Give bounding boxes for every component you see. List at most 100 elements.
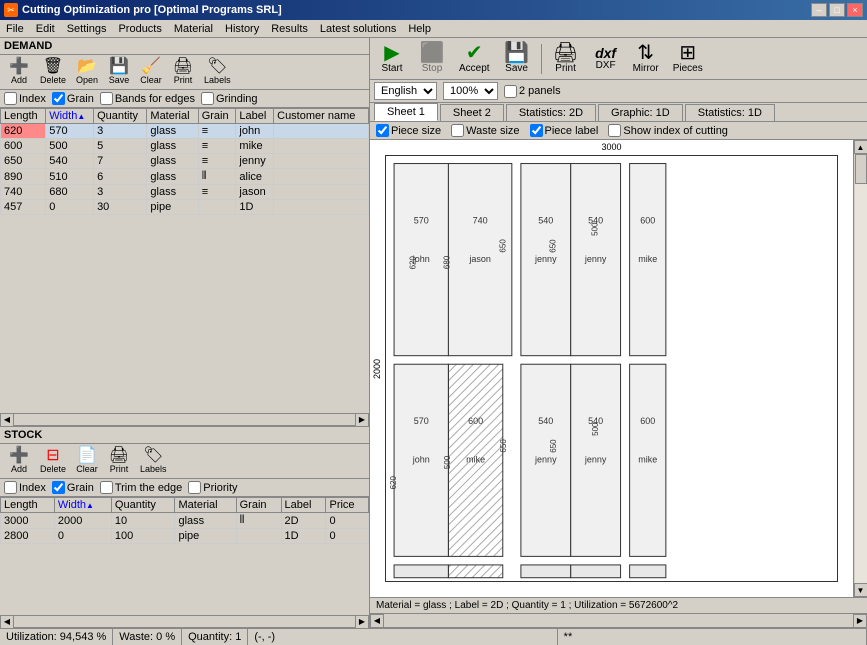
print-button[interactable]: 🖨 Print xyxy=(548,40,584,77)
demand-grinding-option[interactable]: Grinding xyxy=(201,92,258,105)
scroll-thumb[interactable] xyxy=(855,154,867,184)
col-label[interactable]: Label xyxy=(236,109,274,124)
scroll-left-btn[interactable]: ◀ xyxy=(0,413,14,427)
demand-index-option[interactable]: Index xyxy=(4,92,46,105)
col-width[interactable]: Width xyxy=(54,498,111,513)
demand-grain-option[interactable]: Grain xyxy=(52,92,94,105)
pieces-button[interactable]: ⊞ Pieces xyxy=(668,40,708,77)
menu-edit[interactable]: Edit xyxy=(30,20,61,38)
dxf-button[interactable]: dxf DXF xyxy=(588,43,624,74)
piece-label-checkbox[interactable] xyxy=(530,124,543,137)
scroll-up-button[interactable]: ▲ xyxy=(854,140,867,154)
demand-delete-button[interactable]: 🗑 Delete xyxy=(36,57,70,87)
stock-trim-checkbox[interactable] xyxy=(100,481,113,494)
tab-sheet1[interactable]: Sheet 1 xyxy=(374,103,438,121)
stock-trim-option[interactable]: Trim the edge xyxy=(100,481,182,494)
start-button[interactable]: ▶ Start xyxy=(374,40,410,77)
demand-bands-option[interactable]: Bands for edges xyxy=(100,92,195,105)
table-row[interactable]: 620 570 3 glass ≡ john xyxy=(1,124,369,139)
stock-delete-button[interactable]: ⊟ Delete xyxy=(36,446,70,476)
save-button[interactable]: 💾 Save xyxy=(499,40,535,77)
scroll-down-button[interactable]: ▼ xyxy=(854,583,867,597)
stock-add-button[interactable]: ➕ Add xyxy=(4,446,34,476)
col-grain[interactable]: Grain xyxy=(236,498,281,513)
demand-grain-checkbox[interactable] xyxy=(52,92,65,105)
stock-scrollbar-h[interactable]: ◀ ▶ xyxy=(0,615,369,627)
demand-add-button[interactable]: ➕ Add xyxy=(4,57,34,87)
table-row[interactable]: 890 510 6 glass ⦀ alice xyxy=(1,169,369,185)
stock-index-checkbox[interactable] xyxy=(4,481,17,494)
col-material[interactable]: Material xyxy=(175,498,236,513)
col-price[interactable]: Price xyxy=(326,498,369,513)
maximize-button[interactable]: □ xyxy=(829,3,845,17)
language-select[interactable]: English xyxy=(374,82,437,100)
table-row[interactable]: 3000 2000 10 glass ⦀ 2D 0 xyxy=(1,513,369,529)
col-width[interactable]: Width xyxy=(46,109,94,124)
tab-graphic-1d[interactable]: Graphic: 1D xyxy=(598,104,683,121)
piece-label-option[interactable]: Piece label xyxy=(530,124,599,137)
piece-size-option[interactable]: Piece size xyxy=(376,124,441,137)
show-index-option[interactable]: Show index of cutting xyxy=(608,124,728,137)
canvas-area[interactable]: 3000 2000 570 john 620 xyxy=(370,140,853,597)
stock-clear-button[interactable]: 📄 Clear xyxy=(72,446,102,476)
close-button[interactable]: × xyxy=(847,3,863,17)
col-label[interactable]: Label xyxy=(281,498,326,513)
col-length[interactable]: Length xyxy=(1,498,55,513)
stop-button[interactable]: ⬛ Stop xyxy=(414,40,450,77)
demand-labels-button[interactable]: 🏷 Labels xyxy=(200,57,235,87)
stock-table[interactable]: Length Width Quantity Material Grain Lab… xyxy=(0,497,369,615)
menu-latest-solutions[interactable]: Latest solutions xyxy=(314,20,402,38)
col-grain[interactable]: Grain xyxy=(198,109,236,124)
stock-priority-option[interactable]: Priority xyxy=(188,481,237,494)
demand-bands-checkbox[interactable] xyxy=(100,92,113,105)
menu-material[interactable]: Material xyxy=(168,20,219,38)
col-customer[interactable]: Customer name xyxy=(274,109,369,124)
scroll-right-btn[interactable]: ▶ xyxy=(355,413,369,427)
stock-index-option[interactable]: Index xyxy=(4,481,46,494)
stock-print-button[interactable]: 🖨 Print xyxy=(104,446,134,476)
table-row[interactable]: 457 0 30 pipe 1D xyxy=(1,200,369,215)
col-material[interactable]: Material xyxy=(147,109,198,124)
demand-clear-button[interactable]: 🧹 Clear xyxy=(136,57,166,87)
waste-size-checkbox[interactable] xyxy=(451,124,464,137)
waste-size-option[interactable]: Waste size xyxy=(451,124,519,137)
minimize-button[interactable]: – xyxy=(811,3,827,17)
col-length[interactable]: Length xyxy=(1,109,46,124)
stock-grain-option[interactable]: Grain xyxy=(52,481,94,494)
tab-statistics-2d[interactable]: Statistics: 2D xyxy=(506,104,596,121)
demand-table[interactable]: Length Width Quantity Material Grain Lab… xyxy=(0,108,369,413)
menu-results[interactable]: Results xyxy=(265,20,314,38)
table-row[interactable]: 2800 0 100 pipe 1D 0 xyxy=(1,529,369,544)
panels-checkbox[interactable] xyxy=(504,85,517,98)
vertical-scrollbar[interactable]: ▲ ▼ xyxy=(853,140,867,597)
col-quantity[interactable]: Quantity xyxy=(94,109,147,124)
col-quantity[interactable]: Quantity xyxy=(111,498,175,513)
demand-print-button[interactable]: 🖨 Print xyxy=(168,57,198,87)
piece-size-checkbox[interactable] xyxy=(376,124,389,137)
scroll-right-btn[interactable]: ▶ xyxy=(355,615,369,629)
tab-sheet2[interactable]: Sheet 2 xyxy=(440,104,504,121)
menu-settings[interactable]: Settings xyxy=(61,20,113,38)
mirror-button[interactable]: ⇅ Mirror xyxy=(628,40,664,77)
zoom-select[interactable]: 100% xyxy=(443,82,498,100)
show-index-checkbox[interactable] xyxy=(608,124,621,137)
table-row[interactable]: 650 540 7 glass ≡ jenny xyxy=(1,154,369,169)
table-row[interactable]: 740 680 3 glass ≡ jason xyxy=(1,185,369,200)
menu-help[interactable]: Help xyxy=(402,20,437,38)
table-row[interactable]: 600 500 5 glass ≡ mike xyxy=(1,139,369,154)
demand-save-button[interactable]: 💾 Save xyxy=(104,57,134,87)
accept-button[interactable]: ✔ Accept xyxy=(454,40,495,77)
scroll-right-btn[interactable]: ▶ xyxy=(853,614,867,628)
horizontal-scrollbar[interactable]: ◀ ▶ xyxy=(370,613,867,627)
demand-grinding-checkbox[interactable] xyxy=(201,92,214,105)
stock-labels-button[interactable]: 🏷 Labels xyxy=(136,446,171,476)
demand-index-checkbox[interactable] xyxy=(4,92,17,105)
scroll-left-btn[interactable]: ◀ xyxy=(0,615,14,629)
panels-option[interactable]: 2 panels xyxy=(504,85,561,98)
stock-priority-checkbox[interactable] xyxy=(188,481,201,494)
demand-scrollbar-h[interactable]: ◀ ▶ xyxy=(0,413,369,425)
demand-open-button[interactable]: 📂 Open xyxy=(72,57,102,87)
menu-products[interactable]: Products xyxy=(112,20,167,38)
tab-statistics-1d[interactable]: Statistics: 1D xyxy=(685,104,775,121)
scroll-left-btn[interactable]: ◀ xyxy=(370,614,384,628)
